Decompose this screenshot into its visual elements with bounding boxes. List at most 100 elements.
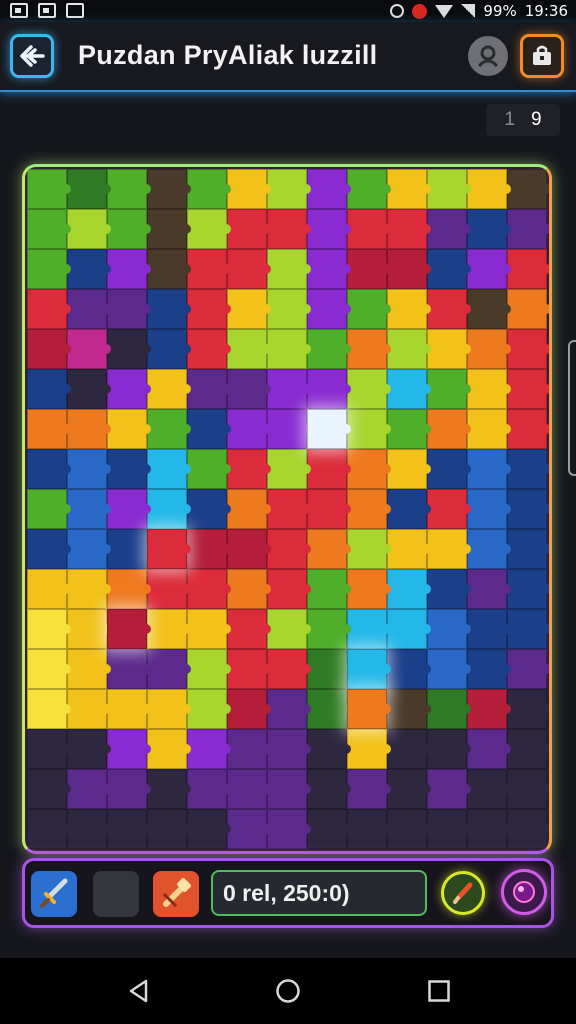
puzzle-piece[interactable] [347,569,391,609]
puzzle-piece[interactable] [267,409,311,449]
puzzle-piece[interactable] [67,529,111,569]
puzzle-piece[interactable] [147,609,191,649]
puzzle-piece[interactable] [227,409,271,449]
puzzle-piece[interactable] [107,689,151,729]
puzzle-piece[interactable] [387,449,431,489]
puzzle-piece[interactable] [147,249,191,289]
puzzle-piece[interactable] [427,489,471,529]
puzzle-piece[interactable] [27,329,71,369]
puzzle-piece[interactable] [27,169,71,209]
puzzle-piece[interactable] [187,209,231,249]
puzzle-piece[interactable] [147,689,191,729]
puzzle-piece[interactable] [67,809,111,849]
puzzle-piece[interactable] [107,449,151,489]
puzzle-piece[interactable] [227,249,271,289]
puzzle-piece[interactable] [147,529,191,569]
puzzle-piece[interactable] [507,369,549,409]
puzzle-piece[interactable] [67,409,111,449]
puzzle-piece[interactable] [507,569,549,609]
puzzle-piece[interactable] [147,769,191,809]
puzzle-piece[interactable] [267,649,311,689]
puzzle-piece[interactable] [387,769,431,809]
puzzle-piece[interactable] [67,289,111,329]
puzzle-piece[interactable] [387,249,431,289]
puzzle-piece[interactable] [187,369,231,409]
puzzle-piece[interactable] [27,689,71,729]
puzzle-piece[interactable] [187,449,231,489]
puzzle-piece[interactable] [347,369,391,409]
puzzle-piece[interactable] [347,169,391,209]
puzzle-piece[interactable] [347,729,391,769]
puzzle-piece[interactable] [347,609,391,649]
puzzle-piece[interactable] [467,729,511,769]
puzzle-piece[interactable] [307,769,351,809]
puzzle-piece[interactable] [227,369,271,409]
puzzle-piece[interactable] [67,249,111,289]
puzzle-piece[interactable] [507,649,549,689]
puzzle-piece[interactable] [107,249,151,289]
puzzle-piece[interactable] [187,809,231,849]
brush-tool-button[interactable] [441,871,485,915]
puzzle-piece[interactable] [187,289,231,329]
puzzle-piece[interactable] [227,769,271,809]
puzzle-piece[interactable] [67,609,111,649]
sword-tool-button[interactable] [31,871,77,917]
puzzle-piece[interactable] [147,289,191,329]
puzzle-piece[interactable] [267,169,311,209]
puzzle-piece[interactable] [107,649,151,689]
puzzle-piece[interactable] [67,569,111,609]
puzzle-piece[interactable] [307,569,351,609]
puzzle-piece[interactable] [307,329,351,369]
puzzle-piece[interactable] [187,649,231,689]
puzzle-piece[interactable] [267,489,311,529]
puzzle-piece[interactable] [507,169,549,209]
home-nav-icon[interactable] [275,978,301,1004]
puzzle-piece[interactable] [227,729,271,769]
puzzle-piece[interactable] [267,769,311,809]
puzzle-piece[interactable] [347,409,391,449]
puzzle-piece[interactable] [147,489,191,529]
puzzle-piece[interactable] [267,249,311,289]
puzzle-piece[interactable] [427,609,471,649]
puzzle-piece[interactable] [347,329,391,369]
puzzle-piece[interactable] [27,729,71,769]
puzzle-piece[interactable] [307,689,351,729]
puzzle-piece[interactable] [107,729,151,769]
puzzle-piece[interactable] [307,409,351,449]
puzzle-piece[interactable] [147,409,191,449]
puzzle-piece[interactable] [307,609,351,649]
puzzle-piece[interactable] [467,369,511,409]
puzzle-piece[interactable] [507,529,549,569]
puzzle-piece[interactable] [307,489,351,529]
puzzle-piece[interactable] [387,489,431,529]
puzzle-piece[interactable] [267,729,311,769]
puzzle-piece[interactable] [387,329,431,369]
puzzle-piece[interactable] [507,409,549,449]
puzzle-piece[interactable] [267,689,311,729]
puzzle-piece[interactable] [507,689,549,729]
puzzle-piece[interactable] [67,649,111,689]
puzzle-piece[interactable] [187,169,231,209]
puzzle-piece[interactable] [267,809,311,849]
puzzle-piece[interactable] [307,649,351,689]
puzzle-piece[interactable] [227,209,271,249]
puzzle-piece[interactable] [267,289,311,329]
puzzle-piece[interactable] [107,369,151,409]
puzzle-piece[interactable] [387,609,431,649]
puzzle-piece[interactable] [427,169,471,209]
puzzle-piece[interactable] [187,329,231,369]
puzzle-piece[interactable] [67,169,111,209]
puzzle-piece[interactable] [107,329,151,369]
puzzle-piece[interactable] [187,609,231,649]
puzzle-piece[interactable] [467,569,511,609]
puzzle-piece[interactable] [387,569,431,609]
puzzle-piece[interactable] [67,729,111,769]
puzzle-piece[interactable] [467,409,511,449]
puzzle-piece[interactable] [67,329,111,369]
puzzle-piece[interactable] [227,289,271,329]
puzzle-piece[interactable] [507,609,549,649]
puzzle-piece[interactable] [347,649,391,689]
puzzle-piece[interactable] [467,649,511,689]
puzzle-piece[interactable] [227,569,271,609]
puzzle-piece[interactable] [267,369,311,409]
